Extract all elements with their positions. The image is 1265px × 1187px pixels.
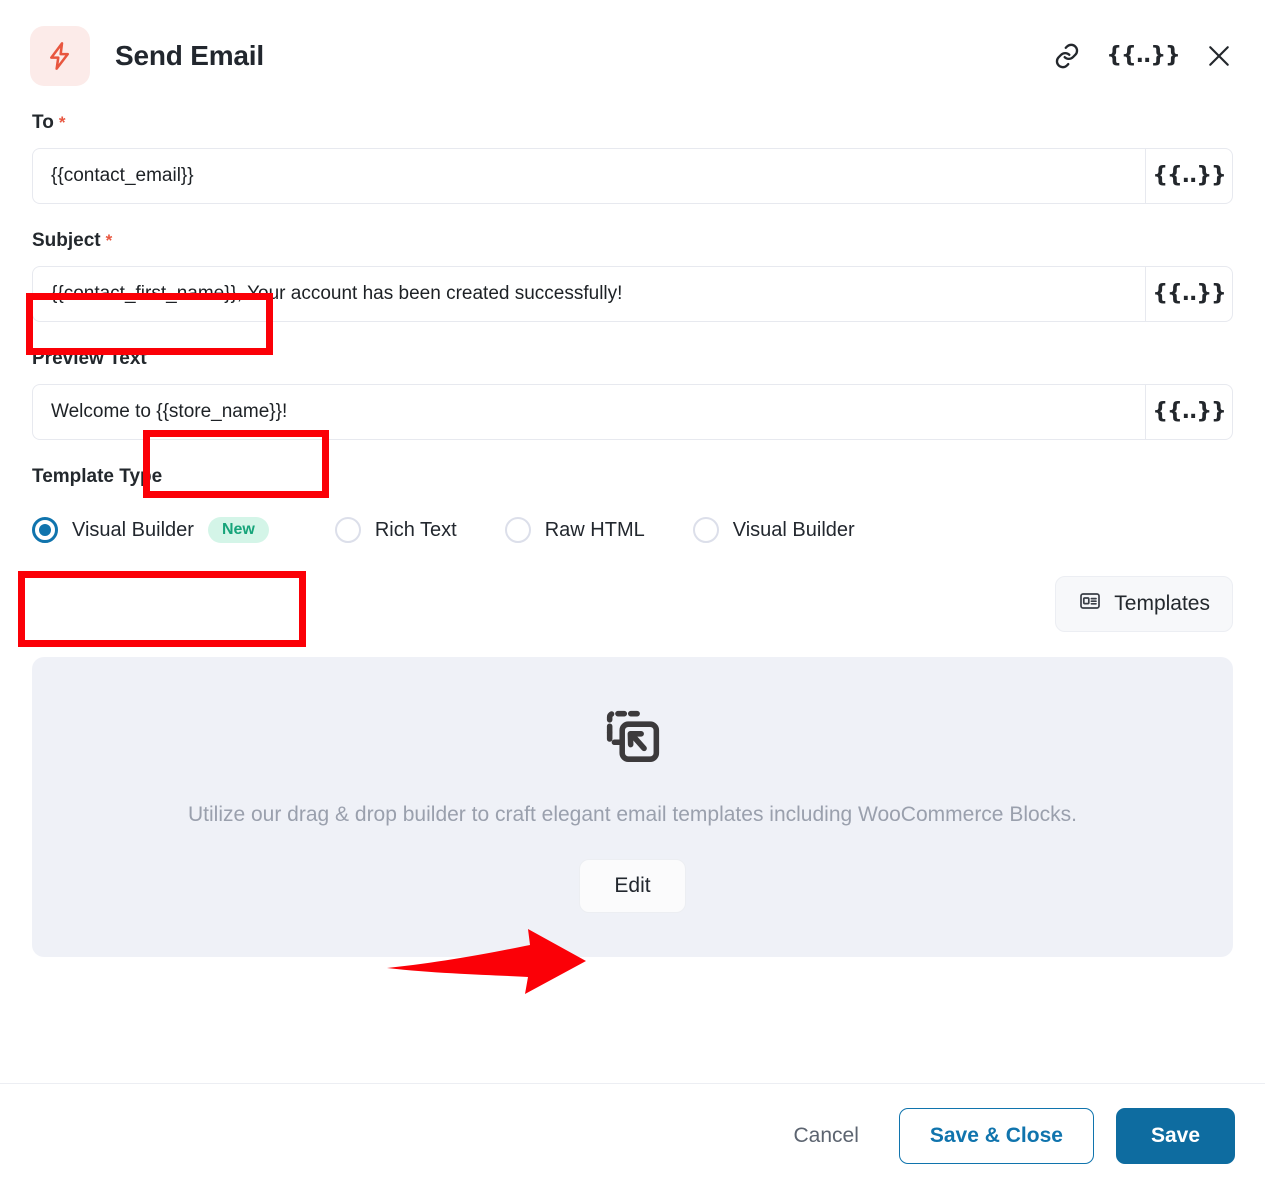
radio-label: Rich Text bbox=[374, 518, 457, 541]
page-title: Send Email bbox=[115, 40, 264, 71]
preview-text-label-text: Preview Text bbox=[32, 348, 147, 369]
merge-tag-glyph: {{..}} bbox=[1106, 43, 1180, 68]
template-type-label: Template Type bbox=[32, 466, 163, 487]
edit-button[interactable]: Edit bbox=[579, 858, 686, 913]
visual-builder-drop-area: Utilize our drag & drop builder to craft… bbox=[32, 657, 1233, 957]
to-label-text: To bbox=[32, 112, 54, 133]
merge-tag-glyph: {{..}} bbox=[1152, 163, 1226, 188]
required-asterisk: * bbox=[58, 113, 66, 132]
radio-indicator bbox=[334, 517, 361, 543]
link-icon[interactable] bbox=[1051, 40, 1083, 72]
radio-option-visual-builder-primary[interactable]: Visual Builder New bbox=[32, 517, 269, 543]
modal-footer: Cancel Save & Close Save bbox=[0, 1084, 1265, 1187]
radio-label: Visual Builder bbox=[72, 518, 194, 541]
merge-tag-glyph: {{..}} bbox=[1152, 399, 1226, 424]
to-input-group: {{..}} bbox=[32, 148, 1233, 204]
radio-label: Visual Builder bbox=[732, 518, 855, 541]
subject-label-text: Subject bbox=[32, 230, 101, 251]
preview-text-label: Preview Text bbox=[32, 348, 1233, 370]
close-icon[interactable] bbox=[1203, 40, 1235, 72]
save-and-close-button[interactable]: Save & Close bbox=[898, 1107, 1094, 1164]
preview-text-merge-tag-button[interactable]: {{..}} bbox=[1145, 384, 1233, 440]
template-type-group: Template Type Visual Builder New Rich Te… bbox=[32, 466, 1233, 558]
cancel-button[interactable]: Cancel bbox=[776, 1110, 877, 1162]
preview-text-input-group: {{..}} bbox=[32, 384, 1233, 440]
radio-option-visual-builder-secondary[interactable]: Visual Builder bbox=[692, 517, 855, 543]
radio-indicator bbox=[32, 517, 58, 543]
modal-header: Send Email {{..}} bbox=[0, 0, 1265, 112]
required-asterisk: * bbox=[105, 231, 113, 250]
subject-input[interactable] bbox=[32, 266, 1145, 322]
radio-indicator bbox=[692, 517, 719, 543]
send-email-modal: Send Email {{..}} To * {{contact_email}}… bbox=[0, 0, 1265, 1187]
preview-text-input[interactable] bbox=[32, 384, 1145, 440]
radio-label: Raw HTML bbox=[544, 518, 645, 541]
header-actions: {{..}} bbox=[1051, 40, 1235, 72]
modal-body: To* {{..}} Subject* {{..}} bbox=[0, 112, 1265, 1083]
subject-field-group: Subject* {{..}} bbox=[32, 230, 1233, 322]
save-button[interactable]: Save bbox=[1115, 1107, 1235, 1164]
templates-button[interactable]: Templates bbox=[1055, 576, 1233, 632]
drop-area-description: Utilize our drag & drop builder to craft… bbox=[187, 802, 1078, 826]
subject-label: Subject * bbox=[32, 230, 1233, 252]
merge-tag-icon[interactable]: {{..}} bbox=[1106, 40, 1180, 72]
merge-tag-glyph: {{..}} bbox=[1152, 281, 1226, 306]
lightning-bolt-icon bbox=[30, 26, 90, 86]
preview-text-field-group: Preview Text {{..}} bbox=[32, 348, 1233, 440]
template-type-radio-row: Visual Builder New Rich Text Raw HTML Vi… bbox=[32, 502, 1233, 558]
radio-indicator bbox=[504, 517, 531, 543]
to-input[interactable] bbox=[32, 148, 1145, 204]
to-field-group: To* {{..}} bbox=[32, 112, 1233, 204]
subject-input-group: {{..}} bbox=[32, 266, 1233, 322]
templates-row: Templates bbox=[32, 576, 1233, 632]
article-layout-icon bbox=[1078, 589, 1102, 619]
to-merge-tag-button[interactable]: {{..}} bbox=[1145, 148, 1233, 204]
templates-button-label: Templates bbox=[1114, 592, 1210, 615]
radio-option-rich-text[interactable]: Rich Text bbox=[334, 517, 457, 543]
new-badge: New bbox=[207, 517, 269, 543]
subject-merge-tag-button[interactable]: {{..}} bbox=[1145, 266, 1233, 322]
to-label: To * bbox=[32, 112, 1233, 134]
drag-drop-icon bbox=[598, 702, 668, 777]
radio-option-raw-html[interactable]: Raw HTML bbox=[504, 517, 645, 543]
